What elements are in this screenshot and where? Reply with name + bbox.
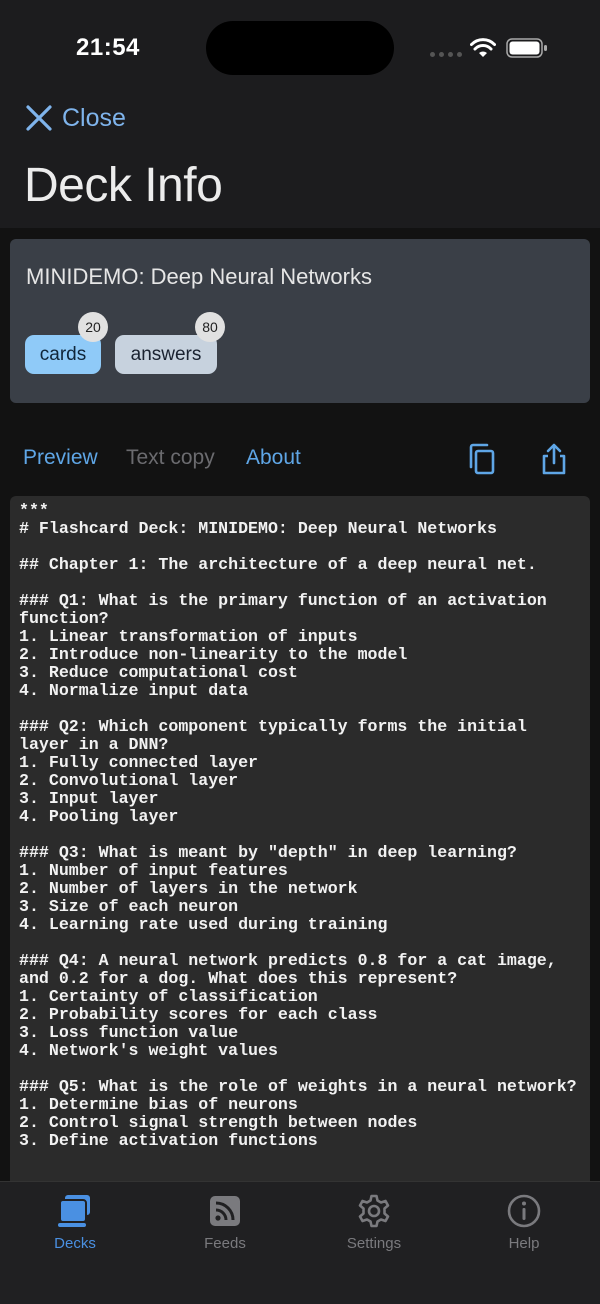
wifi-icon	[470, 38, 496, 57]
cellular-signal-icon	[430, 52, 462, 57]
copy-icon[interactable]	[466, 442, 498, 476]
tab-preview[interactable]: Preview	[23, 446, 98, 470]
screen: 21:54 Close Deck Info MINIDEMO: Deep Neu…	[0, 0, 600, 1304]
info-icon	[507, 1194, 541, 1228]
status-bar: 21:54	[0, 0, 600, 96]
tab-bar-label: Settings	[346, 1235, 402, 1252]
close-button[interactable]: Close	[24, 100, 126, 136]
answers-count-badge: 80	[195, 312, 225, 342]
tab-bar-item-feeds[interactable]: Feeds	[150, 1192, 300, 1262]
tab-bar-label: Feeds	[204, 1235, 246, 1252]
tab-bar-item-help[interactable]: Help	[449, 1192, 599, 1262]
tab-bar-item-decks[interactable]: Decks	[0, 1192, 150, 1262]
answers-chip[interactable]: answers	[115, 335, 217, 374]
deck-name: MINIDEMO: Deep Neural Networks	[26, 264, 372, 289]
rss-icon	[210, 1196, 240, 1226]
gear-icon	[358, 1194, 390, 1228]
close-icon	[26, 105, 52, 131]
battery-icon	[506, 38, 547, 58]
page-title: Deck Info	[24, 159, 223, 212]
share-icon[interactable]	[538, 442, 570, 476]
tab-text-copy[interactable]: Text copy	[126, 446, 215, 470]
dynamic-island	[206, 21, 394, 75]
status-time: 21:54	[76, 34, 140, 61]
tab-bar-label: Decks	[54, 1235, 96, 1252]
cards-count-badge: 20	[78, 312, 108, 342]
decks-icon	[58, 1195, 90, 1227]
deck-summary-card: MINIDEMO: Deep Neural Networks cards 20 …	[10, 239, 590, 403]
view-tabs: Preview Text copy About	[0, 440, 600, 480]
tab-bar-label: Help	[508, 1235, 540, 1252]
bottom-tab-bar: Decks Feeds Settings Help	[0, 1181, 600, 1304]
deck-preview-panel[interactable]: *** # Flashcard Deck: MINIDEMO: Deep Neu…	[10, 496, 590, 1183]
answers-chip-label: answers	[130, 343, 202, 365]
deck-preview-text: *** # Flashcard Deck: MINIDEMO: Deep Neu…	[19, 501, 577, 1150]
tab-bar-item-settings[interactable]: Settings	[299, 1192, 449, 1262]
cards-chip-label: cards	[39, 343, 87, 365]
tab-about[interactable]: About	[246, 446, 301, 470]
close-label: Close	[62, 103, 126, 132]
